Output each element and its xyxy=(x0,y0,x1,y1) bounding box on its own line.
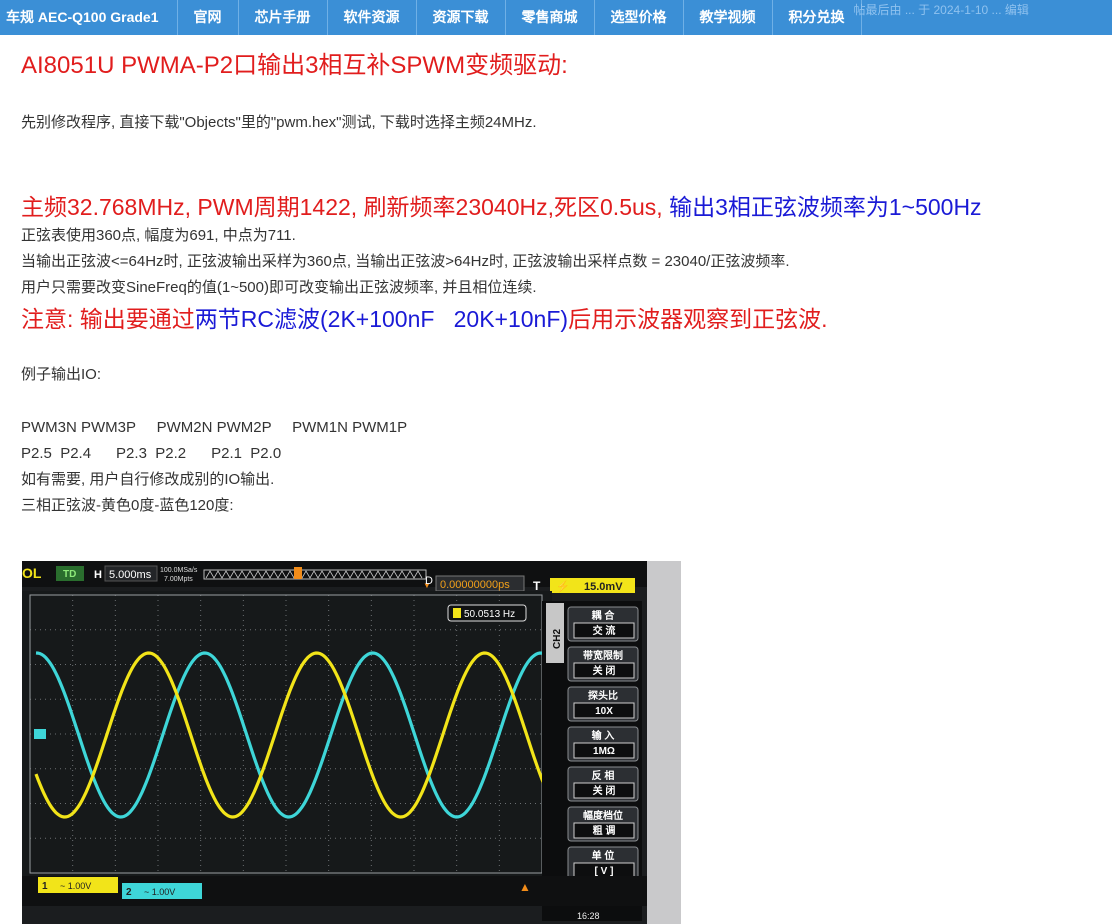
note-line: 注意: 输出要通过两节RC滤波(2K+100nF 20K+10nF)后用示波器观… xyxy=(21,304,1112,335)
scope-delay: 0.00000000ps xyxy=(440,579,510,591)
scope-menu-item: 探头比 10X xyxy=(567,686,639,722)
nav-item-software[interactable]: 软件资源 xyxy=(326,0,416,35)
io-heading: 例子输出IO: xyxy=(21,366,102,383)
sine-table-text: 正弦表使用360点, 幅度为691, 中点为711. xyxy=(21,227,296,244)
nav-item-store[interactable]: 零售商城 xyxy=(504,0,594,35)
nav-item-datasheet[interactable]: 芯片手册 xyxy=(237,0,327,35)
scope-menu-value: 粗 调 xyxy=(593,824,616,837)
scope-frequency: 50.0513 Hz xyxy=(464,609,515,620)
io-pins: P2.5 P2.4 P2.3 P2.2 P2.1 P2.0 xyxy=(21,445,282,462)
scope-menu-value: [ V ] xyxy=(595,866,614,877)
svg-text:▲: ▲ xyxy=(519,880,531,894)
scope-channel-label: CH2 xyxy=(552,629,563,649)
note-blue: 两节RC滤波(2K+100nF 20K+10nF) xyxy=(194,306,569,332)
oscilloscope-photo: OL TD H 5.000ms 100.0MSa/s 7.00Mpts ▼ D … xyxy=(22,561,681,924)
edit-note: 帖最后由 ... 于 2024-1-10 ... 编辑 xyxy=(853,3,1029,17)
scope-menu-item: 带宽限制关 闭 xyxy=(567,646,639,682)
scope-menu-item: 单 位 [ V ] xyxy=(567,846,639,882)
scope-menu-value: 关 闭 xyxy=(593,664,616,677)
note-red-1: 注意: 输出要通过 xyxy=(21,306,195,332)
scope-menu-item: 幅度档位粗 调 xyxy=(567,806,639,842)
scope-menu-item: 耦 合交 流 xyxy=(567,606,639,642)
spec-red: 主频32.768MHz, PWM周期1422, 刷新频率23040Hz,死区0.… xyxy=(21,194,670,220)
intro-text: 先别修改程序, 直接下载"Objects"里的"pwm.hex"测试, 下载时选… xyxy=(21,114,537,131)
nav-item-pricing[interactable]: 选型价格 xyxy=(593,0,683,35)
scope-brand-fragment: OL xyxy=(22,565,42,581)
note-red-2: 后用示波器观察到正弦波. xyxy=(568,306,828,332)
scope-mem-depth: 7.00Mpts xyxy=(164,576,193,583)
io-names: PWM3N PWM3P PWM2N PWM2P PWM1N PWM1P xyxy=(21,419,408,436)
scope-menu-label: 幅度档位 xyxy=(583,809,623,822)
scope-menu-item: 反 相关 闭 xyxy=(567,766,639,802)
scope-menu-value: 10X xyxy=(595,706,613,717)
scope-ch1-num: 1 xyxy=(42,881,48,892)
oscilloscope-svg: OL TD H 5.000ms 100.0MSa/s 7.00Mpts ▼ D … xyxy=(22,561,681,924)
scope-menu-label: 探头比 xyxy=(588,689,618,702)
scope-menu-label: 输 入 xyxy=(592,729,615,742)
nav-item-official-site[interactable]: 官网 xyxy=(176,0,238,35)
sinefreq-text: 用户只需要改变SineFreq的值(1~500)即可改变输出正弦波频率, 并且相… xyxy=(21,279,537,296)
scope-d-label: D xyxy=(425,575,433,587)
scope-h-label: H xyxy=(94,569,102,581)
nav-brand[interactable]: 车规 AEC-Q100 Grade1 xyxy=(0,0,177,35)
spec-blue: 输出3相正弦波频率为1~500Hz xyxy=(669,194,982,220)
scope-soft-menu: 耦 合交 流带宽限制关 闭探头比10X输 入1MΩ反 相关 闭幅度档位粗 调单 … xyxy=(567,606,639,882)
scope-screen xyxy=(22,591,552,876)
scope-ch2-num: 2 xyxy=(126,887,132,898)
scope-ch2-scale: ~ 1.00V xyxy=(144,887,175,897)
nav-item-downloads[interactable]: 资源下载 xyxy=(415,0,505,35)
scope-trigger-level: 15.0mV xyxy=(584,581,623,593)
scope-menu-label: 单 位 xyxy=(592,849,615,862)
scope-menu-value: 交 流 xyxy=(593,624,616,637)
sample-text: 当输出正弦波<=64Hz时, 正弦波输出采样为360点, 当输出正弦波>64Hz… xyxy=(21,253,790,270)
scope-time: 16:28 xyxy=(577,911,600,921)
top-nav: 车规 AEC-Q100 Grade1 官网 芯片手册 软件资源 资源下载 零售商… xyxy=(0,0,1112,35)
scope-menu-item: 输 入 1MΩ xyxy=(567,726,639,762)
post-content: AI8051U PWMA-P2口输出3相互补SPWM变频驱动: 先别修改程序, … xyxy=(21,36,1112,519)
spec-line: 主频32.768MHz, PWM周期1422, 刷新频率23040Hz,死区0.… xyxy=(21,192,1112,223)
scope-menu-label: 带宽限制 xyxy=(583,649,623,662)
waves-caption: 三相正弦波-黄色0度-蓝色120度: xyxy=(21,497,234,514)
scope-menu-value: 关 闭 xyxy=(593,784,616,797)
nav-item-points[interactable]: 积分兑换 xyxy=(771,0,861,35)
nav-item-videos[interactable]: 教学视频 xyxy=(682,0,772,35)
scope-menu-label: 反 相 xyxy=(592,769,615,782)
scope-sample-rate: 100.0MSa/s xyxy=(160,567,198,574)
nav-spacer: 帖最后由 ... 于 2024-1-10 ... 编辑 xyxy=(854,0,1112,35)
scope-menu-label: 耦 合 xyxy=(592,609,616,622)
svg-text:⚡: ⚡ xyxy=(556,580,570,593)
io-note: 如有需要, 用户自行修改成别的IO输出. xyxy=(21,471,275,488)
scope-td-label: TD xyxy=(63,569,76,580)
scope-ch1-scale: ~ 1.00V xyxy=(60,881,91,891)
post-title: AI8051U PWMA-P2口输出3相互补SPWM变频驱动: xyxy=(21,52,568,79)
scope-menu-value: 1MΩ xyxy=(593,746,615,757)
scope-t-label: T xyxy=(533,579,541,593)
scope-timebase: 5.000ms xyxy=(109,569,152,581)
